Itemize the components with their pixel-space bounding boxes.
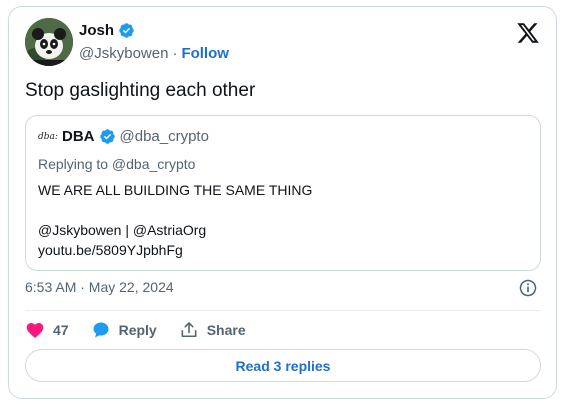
read-replies-label: Read 3 replies — [235, 357, 331, 374]
share-button[interactable]: Share — [179, 319, 246, 341]
heart-icon — [26, 323, 44, 338]
replying-to-text: Replying to @dba_crypto — [38, 156, 196, 172]
reply-label: Reply — [118, 322, 157, 338]
verified-badge-icon — [119, 23, 134, 38]
avatar[interactable] — [25, 18, 73, 66]
quoted-tweet[interactable]: dba: DBA @dba_crypto Replying to @dba_cr… — [25, 115, 541, 271]
author-handle-row: @Jskybowen · Follow — [79, 45, 229, 62]
quoted-line: @Jskybowen | @AstriaOrg — [38, 222, 207, 238]
info-icon[interactable] — [518, 278, 538, 298]
tweet-timestamp[interactable]: 6:53 AM · May 22, 2024 — [25, 279, 174, 295]
author-name[interactable]: Josh — [79, 22, 114, 39]
quoted-tweet-body: WE ARE ALL BUILDING THE SAME THING @Jsky… — [38, 180, 312, 260]
tweet-card: Josh @Jskybowen · Follow Stop gaslightin… — [8, 6, 557, 399]
x-logo-icon[interactable] — [516, 21, 540, 45]
verified-badge-icon — [99, 129, 115, 144]
follow-button[interactable]: Follow — [181, 45, 229, 62]
divider — [25, 310, 540, 311]
panda-avatar-image — [25, 18, 73, 66]
quoted-line: WE ARE ALL BUILDING THE SAME THING — [38, 182, 313, 198]
quoted-author-name[interactable]: DBA — [62, 128, 95, 145]
reply-bubble-icon — [93, 322, 109, 338]
author-name-row: Josh — [79, 22, 135, 39]
quoted-line — [38, 200, 312, 220]
tweet-text: Stop gaslighting each other — [25, 80, 256, 101]
quoted-avatar: dba: — [38, 131, 58, 142]
quoted-author-handle[interactable]: @dba_crypto — [120, 128, 209, 145]
reply-button[interactable]: Reply — [91, 319, 157, 341]
share-label: Share — [206, 322, 246, 338]
quoted-line: youtu.be/5809YJpbhFg — [38, 242, 183, 258]
read-replies-button[interactable]: Read 3 replies — [25, 349, 541, 382]
tweet-actions: 47 Reply Share — [25, 319, 268, 341]
share-icon — [181, 322, 197, 338]
author-handle[interactable]: @Jskybowen — [79, 45, 168, 62]
like-button[interactable]: 47 — [25, 319, 69, 341]
quoted-tweet-header: dba: DBA @dba_crypto — [38, 128, 209, 145]
separator-dot: · — [172, 45, 178, 62]
like-count: 47 — [53, 322, 69, 338]
